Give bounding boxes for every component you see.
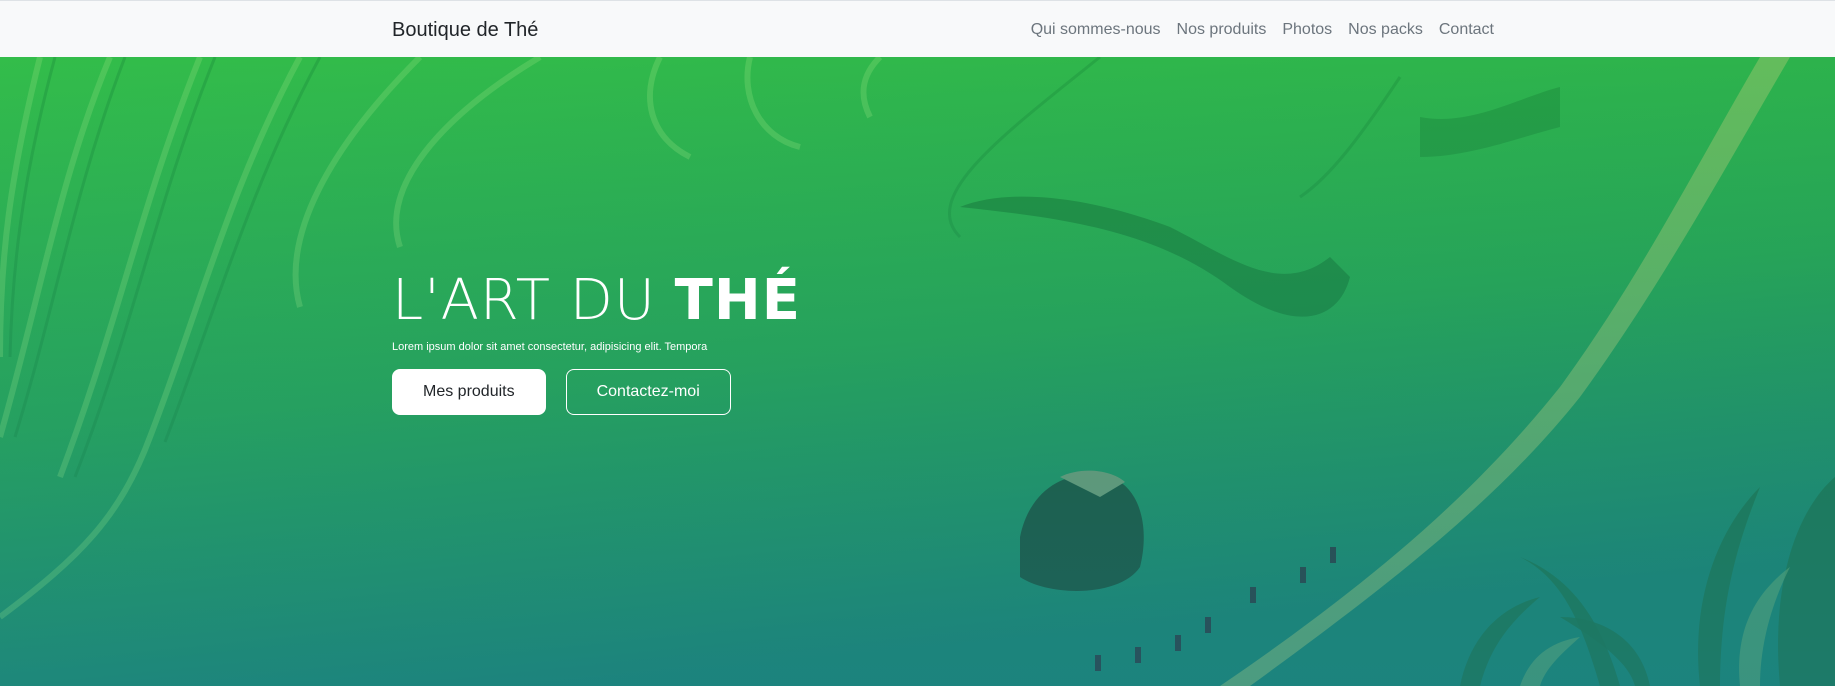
mes-produits-button[interactable]: Mes produits — [392, 369, 546, 415]
hero-content: L'ART DU THÉ Lorem ipsum dolor sit amet … — [392, 267, 801, 415]
contactez-moi-button[interactable]: Contactez-moi — [565, 369, 731, 415]
nav-link-qui-sommes-nous[interactable]: Qui sommes-nous — [1031, 18, 1161, 42]
hero-subtitle: Lorem ipsum dolor sit amet consectetur, … — [392, 341, 708, 353]
navbar: Boutique de Thé Qui sommes-nous Nos prod… — [0, 0, 1835, 57]
hero-section: L'ART DU THÉ Lorem ipsum dolor sit amet … — [0, 57, 1835, 686]
hero-background-image — [0, 57, 1835, 686]
nav-link-contact[interactable]: Contact — [1439, 18, 1494, 42]
hero-buttons: Mes produits Contactez-moi — [392, 369, 801, 415]
nav-link-photos[interactable]: Photos — [1282, 18, 1332, 42]
nav-links: Qui sommes-nous Nos produits Photos Nos … — [1015, 18, 1494, 42]
brand-link[interactable]: Boutique de Thé — [392, 17, 538, 43]
hero-title: L'ART DU THÉ — [392, 267, 801, 335]
hero-title-bold: THÉ — [674, 268, 801, 333]
hero-title-light: L'ART DU — [392, 268, 675, 333]
nav-link-nos-packs[interactable]: Nos packs — [1348, 18, 1423, 42]
nav-link-nos-produits[interactable]: Nos produits — [1177, 18, 1267, 42]
